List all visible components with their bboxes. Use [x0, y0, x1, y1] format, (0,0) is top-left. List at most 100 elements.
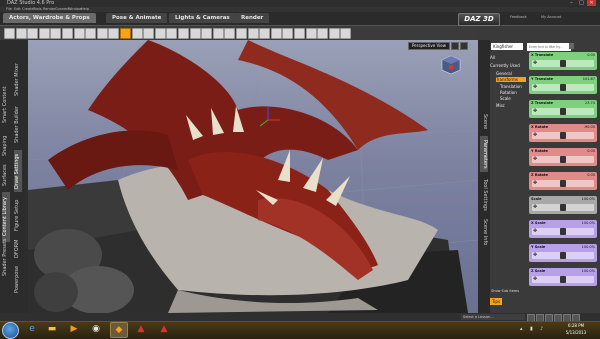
- camera-tool-icon[interactable]: [73, 28, 85, 39]
- geometry-tool-icon[interactable]: [120, 28, 131, 39]
- timeline-tool-icon[interactable]: [305, 28, 317, 39]
- script-tool-icon[interactable]: [328, 28, 340, 39]
- property-slider[interactable]: Scale 100.0% ✥: [529, 196, 597, 214]
- property-slider[interactable]: X Rotate -90.00 ✥: [529, 124, 597, 142]
- tree-item-translation[interactable]: Translation: [500, 84, 522, 89]
- slider-knob[interactable]: [560, 204, 566, 211]
- my-account-link[interactable]: My Account: [541, 15, 561, 19]
- slider-knob[interactable]: [560, 180, 566, 187]
- slider-knob[interactable]: [560, 108, 566, 115]
- tab-shader-presets[interactable]: Shader Presets: [2, 239, 10, 277]
- content-tool-icon[interactable]: [224, 28, 236, 39]
- slider-knob[interactable]: [560, 60, 566, 67]
- extra-tool-icon[interactable]: [340, 28, 352, 39]
- tray-arrow-icon[interactable]: ▴: [520, 326, 523, 332]
- hair-tool-icon[interactable]: [259, 28, 271, 39]
- joint-editor-tool-icon[interactable]: [154, 28, 166, 39]
- tree-item-transforms[interactable]: Transforms: [496, 77, 526, 82]
- render-tool-icon[interactable]: [96, 28, 108, 39]
- property-gear-icon[interactable]: ✥: [533, 253, 537, 258]
- viewport-maximize-icon[interactable]: [460, 42, 468, 50]
- internet-explorer-icon[interactable]: e: [24, 322, 40, 336]
- keyframe-tool-icon[interactable]: [317, 28, 329, 39]
- property-slider[interactable]: Y Scale 100.0% ✥: [529, 244, 597, 262]
- tab-parameters[interactable]: Parameters: [480, 136, 488, 172]
- tab-shader-builder[interactable]: Shader Builder: [14, 104, 22, 146]
- node-tool-icon[interactable]: [15, 28, 27, 39]
- media-player-icon[interactable]: ▶: [66, 322, 82, 336]
- close-button[interactable]: ✕: [587, 0, 596, 6]
- property-value[interactable]: 101.67: [583, 77, 595, 81]
- lesson-dropdown[interactable]: Select a Lesson...: [461, 314, 525, 320]
- rotate-tool-icon[interactable]: [38, 28, 50, 39]
- viewport-menu-icon[interactable]: [451, 42, 459, 50]
- property-value[interactable]: 0.00: [587, 173, 595, 177]
- light-tool-icon[interactable]: [85, 28, 97, 39]
- universal-tool-icon[interactable]: [27, 28, 39, 39]
- tree-item-all[interactable]: All: [490, 55, 495, 60]
- property-slider[interactable]: Z Scale 100.0% ✥: [529, 268, 597, 286]
- maximize-button[interactable]: □: [577, 0, 586, 6]
- view-cube-icon[interactable]: [440, 54, 462, 76]
- property-value[interactable]: 23.74: [585, 101, 595, 105]
- property-slider[interactable]: Y Rotate 0.00 ✥: [529, 148, 597, 166]
- scale-tool-icon[interactable]: [62, 28, 73, 39]
- dform-tool-icon[interactable]: [247, 28, 259, 39]
- property-value[interactable]: 0.00: [587, 149, 595, 153]
- tab-content-library[interactable]: Content Library: [2, 192, 10, 242]
- acrobat-2-icon[interactable]: ▲: [156, 322, 172, 336]
- tab-shaping[interactable]: Shaping: [2, 134, 10, 158]
- tab-powerpose[interactable]: Powerpose: [14, 264, 22, 294]
- property-gear-icon[interactable]: ✥: [533, 157, 537, 162]
- volume-icon[interactable]: ♪: [540, 326, 543, 332]
- tab-surfaces[interactable]: Surfaces: [2, 162, 10, 188]
- property-value[interactable]: 100.0%: [582, 245, 595, 249]
- property-value[interactable]: 100.0%: [582, 221, 595, 225]
- property-gear-icon[interactable]: ✥: [533, 61, 537, 66]
- filter-search-input[interactable]: [527, 43, 571, 51]
- property-value[interactable]: 100.0%: [582, 269, 595, 273]
- tree-item-misc[interactable]: Misc: [496, 103, 505, 108]
- select-tool-icon[interactable]: [4, 28, 15, 39]
- chrome-icon[interactable]: ◉: [88, 322, 104, 336]
- property-value[interactable]: 0.00: [587, 53, 595, 57]
- tab-actors-wardrobe-props[interactable]: Actors, Wardrobe & Props: [3, 13, 96, 23]
- property-gear-icon[interactable]: ✥: [533, 205, 537, 210]
- property-gear-icon[interactable]: ✥: [533, 181, 537, 186]
- clock[interactable]: 6:28 PM 5/13/2013: [556, 322, 596, 336]
- slider-knob[interactable]: [560, 156, 566, 163]
- slider-knob[interactable]: [560, 252, 566, 259]
- tree-item-scale[interactable]: Scale: [500, 96, 511, 101]
- property-slider[interactable]: X Scale 100.0% ✥: [529, 220, 597, 238]
- property-slider[interactable]: Y Translate 101.67 ✥: [529, 76, 597, 94]
- tab-pose-animate[interactable]: Pose & Animate: [106, 13, 168, 23]
- property-slider[interactable]: Z Translate 23.74 ✥: [529, 100, 597, 118]
- tree-item-rotation[interactable]: Rotation: [500, 90, 517, 95]
- active-pose-tool-icon[interactable]: [189, 28, 201, 39]
- tab-dform[interactable]: DFORM: [14, 238, 22, 260]
- slider-knob[interactable]: [560, 276, 566, 283]
- spot-render-tool-icon[interactable]: [108, 28, 120, 39]
- tab-smart-content[interactable]: Smart Content: [2, 80, 10, 130]
- slider-knob[interactable]: [560, 84, 566, 91]
- property-gear-icon[interactable]: ✥: [533, 277, 537, 282]
- network-icon[interactable]: ▮: [530, 326, 533, 332]
- start-button[interactable]: [2, 322, 19, 339]
- figure-tool-icon[interactable]: [212, 28, 224, 39]
- tab-render[interactable]: Render: [235, 13, 270, 23]
- tab-shader-mixer[interactable]: Shader Mixer: [14, 60, 22, 100]
- property-slider[interactable]: X Translate 0.00 ✥: [529, 52, 597, 70]
- morph-tool-icon[interactable]: [236, 28, 247, 39]
- search-options-icon[interactable]: [569, 43, 574, 49]
- tree-item-currently-used[interactable]: Currently Used: [490, 63, 520, 68]
- slider-knob[interactable]: [560, 132, 566, 139]
- surface-selection-tool-icon[interactable]: [166, 28, 178, 39]
- shader-tool-icon[interactable]: [282, 28, 294, 39]
- property-gear-icon[interactable]: ✥: [533, 109, 537, 114]
- tab-draw-settings[interactable]: Draw Settings: [14, 150, 22, 192]
- tree-item-general[interactable]: General: [496, 71, 512, 76]
- tips-button[interactable]: Tips: [490, 298, 502, 305]
- tab-scene[interactable]: Scene: [480, 112, 488, 132]
- show-sub-items-checkbox[interactable]: Show Sub Items: [491, 289, 519, 293]
- tab-tool-settings[interactable]: Tool Settings: [480, 176, 488, 214]
